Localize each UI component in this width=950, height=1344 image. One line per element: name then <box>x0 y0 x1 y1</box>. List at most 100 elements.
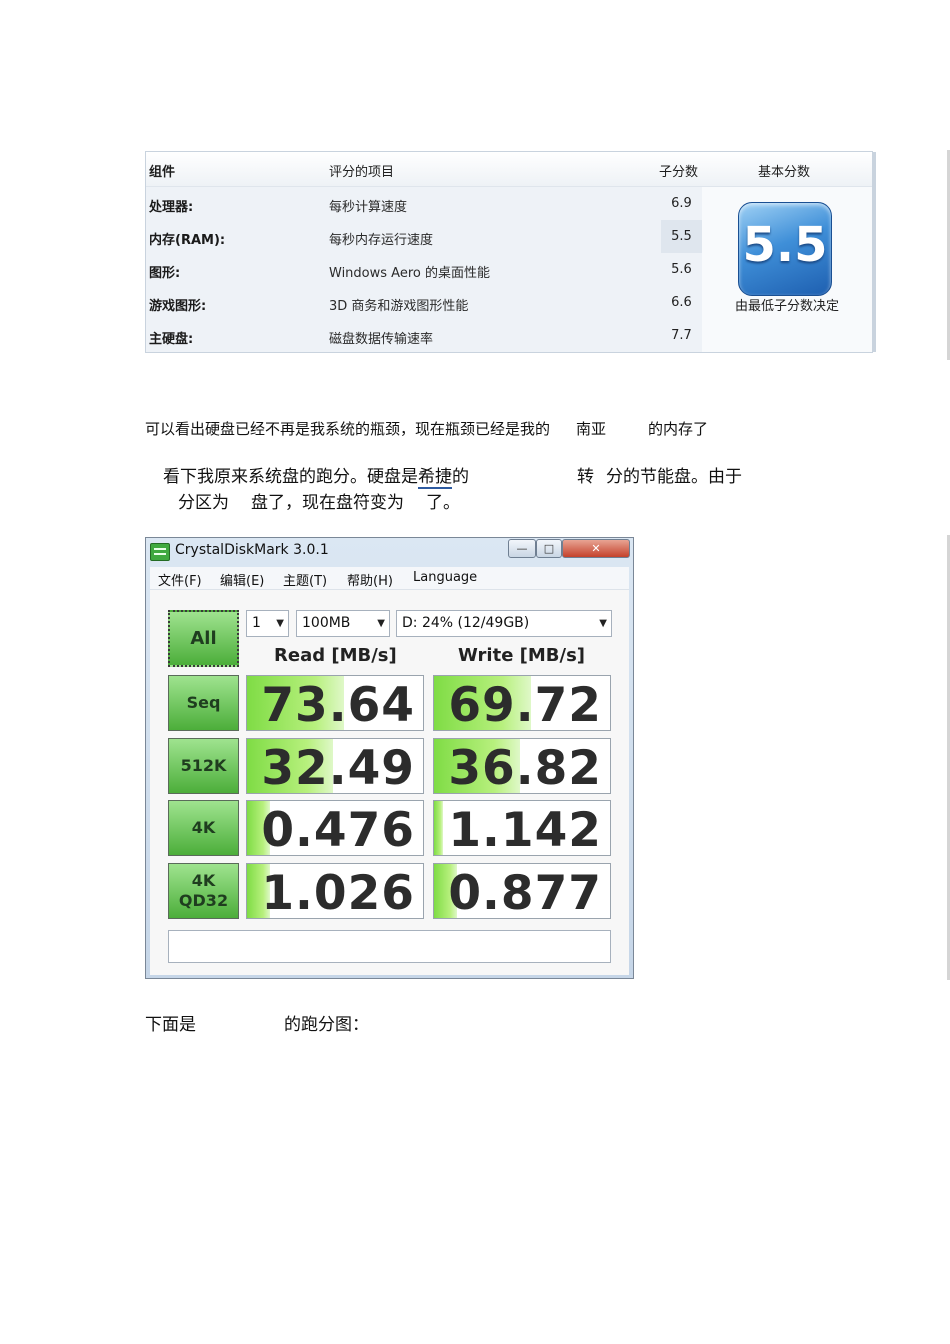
4k-read-result: 0.476 <box>246 800 424 856</box>
benchmark-panel: All 1 ▼ 100MB ▼ D: 24% (12/49GB) ▼ Read [MB… <box>150 590 629 975</box>
paragraph-2: 看下我原来系统盘的跑分。硬盘是希捷的 转分的节能盘。由于 <box>163 462 742 489</box>
seq-write-result: 69.72 <box>433 675 611 731</box>
title-bar[interactable]: CrystalDiskMark 3.0.1 — □ ✕ <box>146 538 633 564</box>
app-icon <box>150 543 170 561</box>
component-label: 主硬盘: <box>149 332 194 347</box>
menu-theme[interactable]: 主题(T) <box>283 570 327 589</box>
drive-value: D: 24% (12/49GB) <box>402 615 530 631</box>
component-label: 游戏图形: <box>149 299 207 314</box>
header-subscore: 子分数 <box>659 165 699 180</box>
result-bar <box>434 801 443 855</box>
p1-text-a: 可以看出硬盘已经不再是我系统的瓶颈，现在瓶颈已经是我的 <box>145 420 551 438</box>
512k-write-result: 36.82 <box>433 738 611 794</box>
base-score-badge: 5.5 <box>738 202 832 296</box>
table-row: 内存(RAM): 每秒内存运行速度 5.5 <box>146 220 702 253</box>
paragraph-1: 可以看出硬盘已经不再是我系统的瓶颈，现在瓶颈已经是我的 南亚 的内存了 <box>145 418 708 439</box>
comment-field[interactable] <box>168 930 611 963</box>
p2-text-b: 的 <box>452 467 469 487</box>
subscore: 5.6 <box>671 262 692 277</box>
p1-text-c: 的内存了 <box>648 420 709 438</box>
result-value: 0.877 <box>448 866 602 919</box>
result-value: 73.64 <box>261 678 415 731</box>
all-button[interactable]: All <box>168 610 239 667</box>
table-header: 组件 评分的项目 子分数 基本分数 <box>146 152 872 187</box>
result-value: 1.026 <box>261 866 415 919</box>
chevron-down-icon: ▼ <box>276 618 284 629</box>
drive-select[interactable]: D: 24% (12/49GB) ▼ <box>396 610 612 637</box>
close-button[interactable]: ✕ <box>562 539 630 558</box>
result-value: 69.72 <box>448 678 602 731</box>
header-base-score: 基本分数 <box>758 165 811 180</box>
window-title: CrystalDiskMark 3.0.1 <box>175 542 329 558</box>
p4-text-b: 的跑分图： <box>284 1015 369 1035</box>
result-value: 36.82 <box>448 741 602 794</box>
rated-item: 每秒内存运行速度 <box>329 233 434 248</box>
seq-read-result: 73.64 <box>246 675 424 731</box>
4k-qd32-test-label-line1: 4K <box>191 871 216 890</box>
subscore: 6.6 <box>671 295 692 310</box>
4k-test-label: 4K <box>191 818 216 837</box>
rated-item: 3D 商务和游戏图形性能 <box>329 299 469 314</box>
512k-test-button[interactable]: 512K <box>168 738 239 794</box>
base-score-value: 5.5 <box>742 217 828 273</box>
p2-text-d: 分的节能盘。由于 <box>606 467 742 487</box>
subscore: 6.9 <box>671 196 692 211</box>
subscore: 7.7 <box>671 328 692 343</box>
seq-test-button[interactable]: Seq <box>168 675 239 731</box>
result-value: 0.476 <box>261 803 415 856</box>
rated-item: 每秒计算速度 <box>329 200 408 215</box>
test-count-value: 1 <box>252 615 261 631</box>
component-label: 图形: <box>149 266 181 281</box>
p3-text-c: 了。 <box>426 493 460 513</box>
p3-text-a: 分区为 <box>178 493 229 513</box>
minimize-button[interactable]: — <box>508 539 536 558</box>
menu-language[interactable]: Language <box>413 570 477 585</box>
result-value: 32.49 <box>261 741 415 794</box>
wei-score-table: 组件 评分的项目 子分数 基本分数 处理器: 每秒计算速度 6.9 内存(RAM… <box>145 151 876 353</box>
seq-test-label: Seq <box>186 693 221 712</box>
result-value: 1.142 <box>448 803 602 856</box>
test-size-value: 100MB <box>302 615 351 631</box>
paragraph-4: 下面是 的跑分图： <box>145 1010 369 1035</box>
paragraph-3: 分区为 盘了，现在盘符变为 了。 <box>178 488 460 513</box>
p2-text-c: 转 <box>577 467 594 487</box>
component-label: 内存(RAM): <box>149 233 226 248</box>
p2-text-a: 看下我原来系统盘的跑分。硬盘是 <box>163 467 418 487</box>
crystaldiskmark-window: CrystalDiskMark 3.0.1 — □ ✕ 文件(F) 编辑(E) … <box>145 537 634 979</box>
read-column-header: Read [MB/s] <box>274 645 397 666</box>
maximize-button[interactable]: □ <box>536 539 562 558</box>
menu-help[interactable]: 帮助(H) <box>347 570 393 589</box>
menu-bar: 文件(F) 编辑(E) 主题(T) 帮助(H) Language <box>150 567 629 590</box>
4k-qd32-test-button[interactable]: 4K QD32 <box>168 863 239 919</box>
p1-text-b: 南亚 <box>576 420 607 438</box>
test-count-select[interactable]: 1 ▼ <box>246 610 289 637</box>
rated-item: Windows Aero 的桌面性能 <box>329 266 490 281</box>
4k-qd32-write-result: 0.877 <box>433 863 611 919</box>
512k-read-result: 32.49 <box>246 738 424 794</box>
table-row: 游戏图形: 3D 商务和游戏图形性能 6.6 <box>146 286 702 319</box>
chevron-down-icon: ▼ <box>377 618 385 629</box>
table-row: 图形: Windows Aero 的桌面性能 5.6 <box>146 253 702 286</box>
4k-test-button[interactable]: 4K <box>168 800 239 856</box>
subscore: 5.5 <box>661 220 702 253</box>
table-row: 主硬盘: 磁盘数据传输速率 7.7 <box>146 319 702 352</box>
write-column-header: Write [MB/s] <box>458 645 586 666</box>
p4-text-a: 下面是 <box>145 1015 196 1035</box>
header-rated-item: 评分的项目 <box>329 165 395 180</box>
512k-test-label: 512K <box>180 756 227 775</box>
4k-qd32-test-label-line2: QD32 <box>178 891 229 910</box>
4k-qd32-read-result: 1.026 <box>246 863 424 919</box>
rated-item: 磁盘数据传输速率 <box>329 332 434 347</box>
test-size-select[interactable]: 100MB ▼ <box>296 610 390 637</box>
table-edge <box>873 152 876 352</box>
menu-file[interactable]: 文件(F) <box>158 570 202 589</box>
base-score-caption: 由最低子分数决定 <box>734 299 839 314</box>
menu-edit[interactable]: 编辑(E) <box>220 570 264 589</box>
base-score-panel: 5.5 由最低子分数决定 <box>702 187 872 352</box>
p2-underlined: 希捷 <box>418 467 452 489</box>
component-label: 处理器: <box>149 200 194 215</box>
table-row: 处理器: 每秒计算速度 6.9 <box>146 187 702 220</box>
score-rows: 处理器: 每秒计算速度 6.9 内存(RAM): 每秒内存运行速度 5.5 图形… <box>146 187 702 352</box>
p3-text-b: 盘了，现在盘符变为 <box>251 493 404 513</box>
header-component: 组件 <box>149 165 176 180</box>
